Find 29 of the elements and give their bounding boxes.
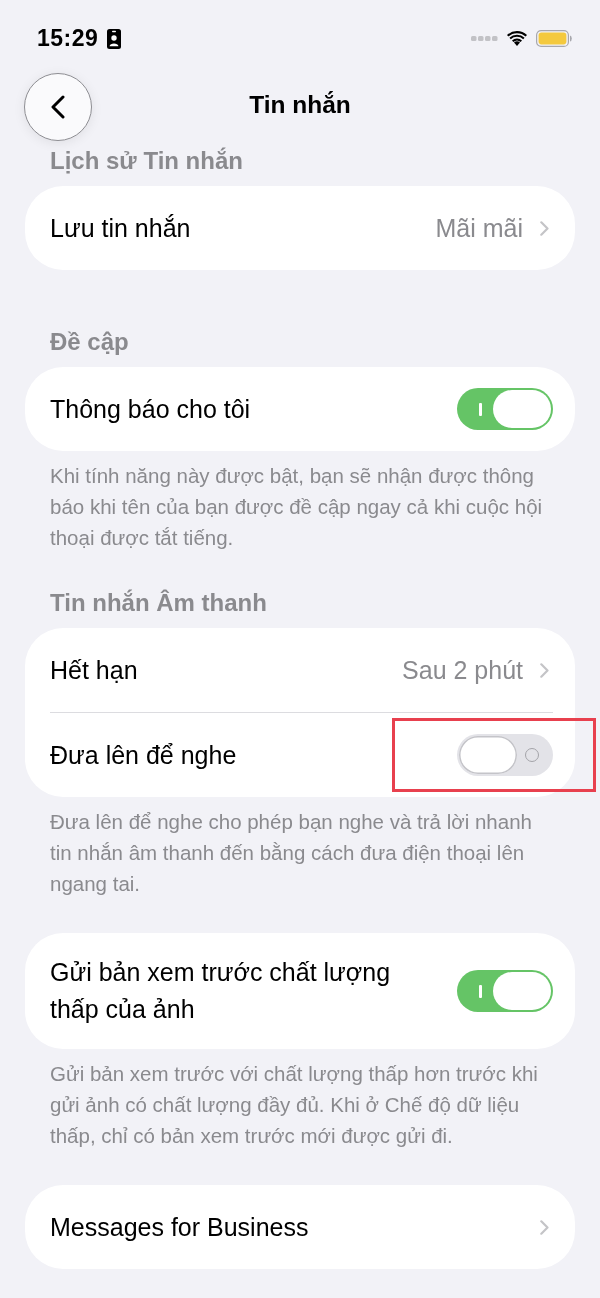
section-footer-text: Đưa lên để nghe cho phép bạn nghe và trả lời nhanh tin nhắn âm thanh đến bằng cách đưa điện thoại lên ngang tai.: [49, 809, 533, 897]
setting-value: Mãi mãi: [435, 212, 523, 244]
nav-title: Tin nhắn: [249, 91, 351, 119]
battery-icon: [536, 30, 572, 47]
chevron-right-icon[interactable]: [540, 1219, 549, 1235]
setting-label: Lưu tin nhắn: [50, 212, 192, 244]
setting-label: Đưa lên để nghe: [50, 739, 238, 771]
section-header: Lịch sử Tin nhắn: [50, 148, 244, 174]
chevron-right-icon[interactable]: [540, 662, 549, 678]
section-footer-text: Gửi bản xem trước với chất lượng thấp hơn trước khi gửi ảnh có chất lượng đầy đủ. Khi ở Chế độ dữ liệu thấp, chỉ có bản xem trước mới được gửi đi.: [49, 1061, 539, 1149]
section-footer-text: Khi tính năng này được bật, bạn sẽ nhận được thông báo khi tên của bạn được đề cập ngay cả khi cuộc hội thoại được tắt tiếng.: [49, 463, 544, 551]
section-header: Tin nhắn Âm thanh: [50, 590, 268, 616]
setting-value: Sau 2 phút: [402, 654, 523, 686]
setting-label: Thông báo cho tôi: [50, 393, 252, 425]
toggle-switch[interactable]: [457, 970, 553, 1012]
status-time: 15:29: [37, 25, 99, 52]
wifi-icon: [507, 31, 527, 46]
person-badge-icon: [107, 28, 122, 49]
setting-label: Hết hạn: [50, 654, 139, 686]
chevron-right-icon[interactable]: [540, 220, 549, 236]
setting-label: Messages for Business: [50, 1211, 310, 1243]
chevron-left-icon: [51, 95, 65, 119]
line-icon: [479, 403, 482, 416]
line-icon: [479, 985, 482, 998]
toggle-switch[interactable]: [457, 734, 553, 776]
section-header: Đề cập: [50, 329, 130, 355]
signal-icon: [471, 36, 498, 41]
setting-label: Gửi bản xem trước chất lượng thấp của ảnh: [50, 957, 392, 1025]
toggle-switch[interactable]: [457, 388, 553, 430]
